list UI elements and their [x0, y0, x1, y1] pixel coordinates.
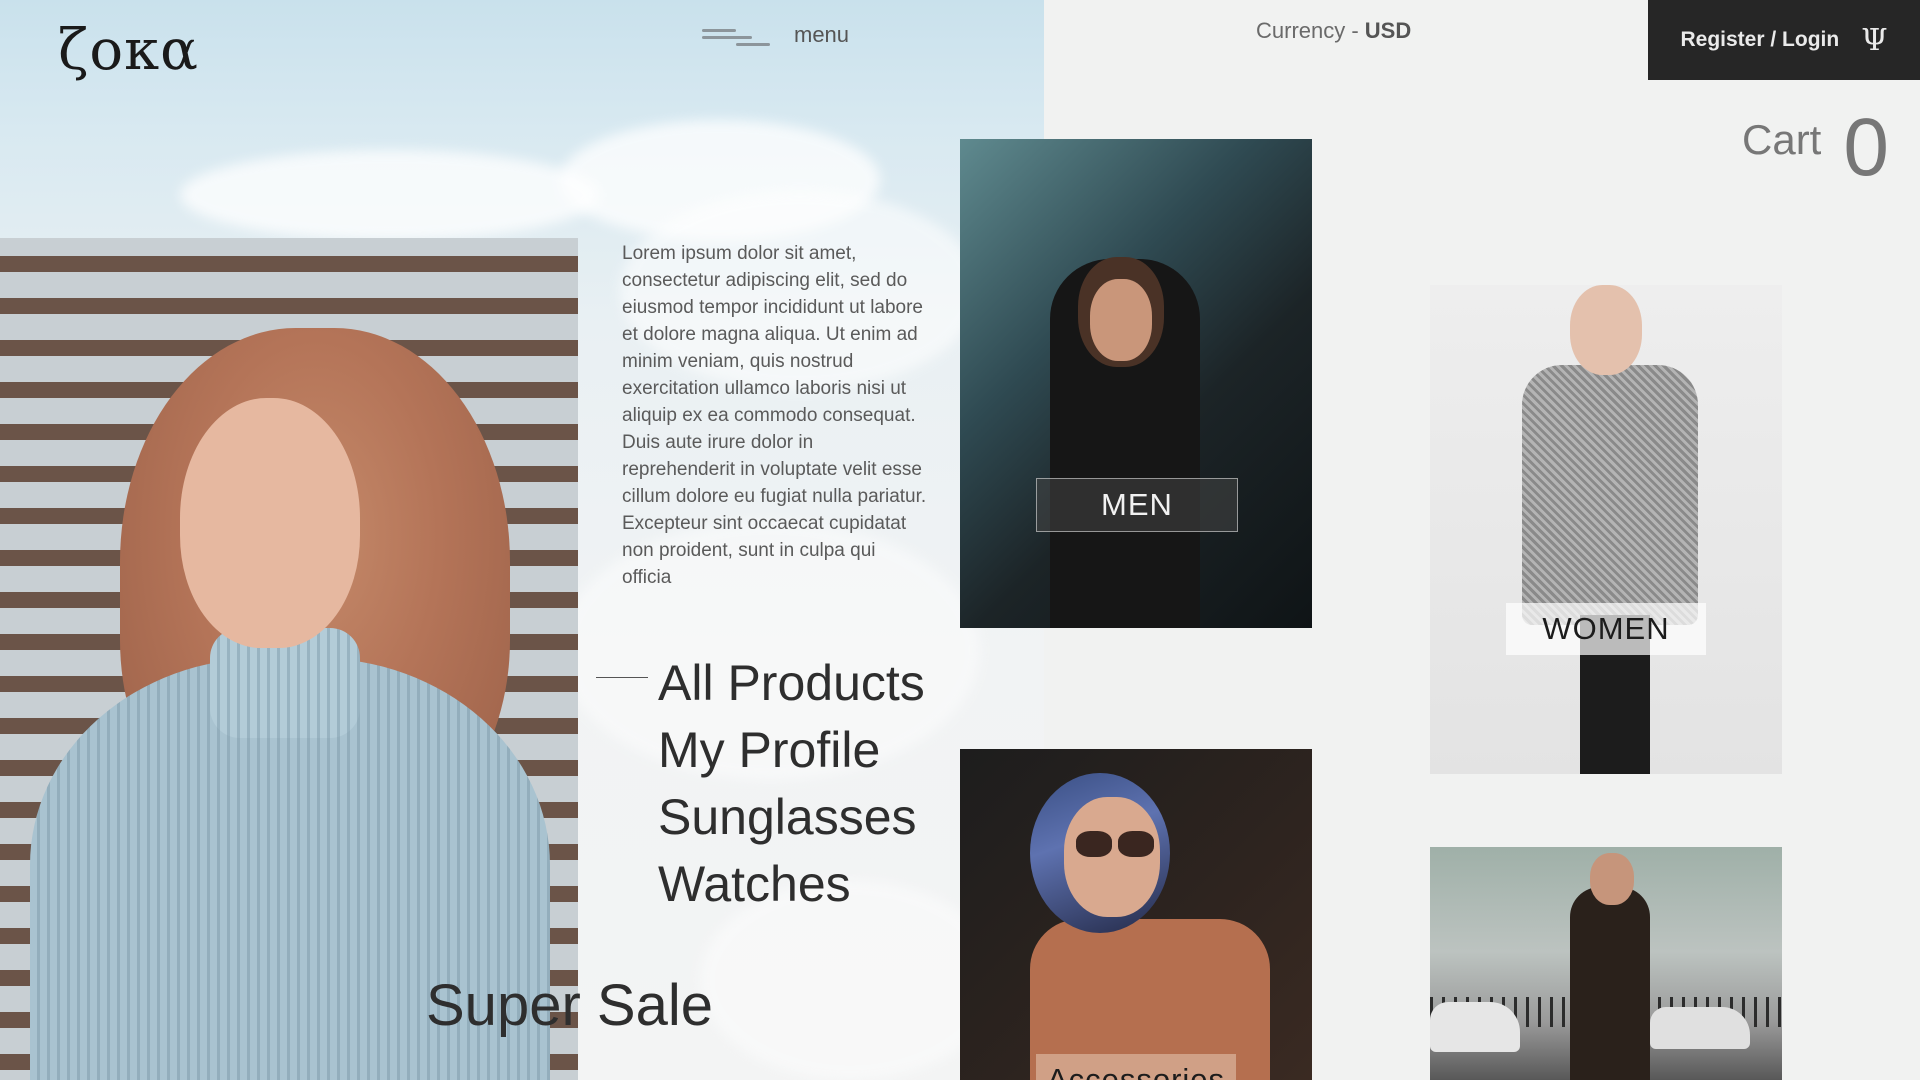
super-sale-label[interactable]: Super Sale	[426, 972, 713, 1039]
women-label: WOMEN	[1506, 603, 1706, 655]
currency-selector[interactable]: Currency - USD	[1256, 18, 1411, 44]
login-label: Register / Login	[1680, 28, 1840, 51]
nav-item-watches[interactable]: Watches	[658, 851, 925, 918]
accessories-label: Accessories	[1036, 1054, 1236, 1080]
category-card-men[interactable]: MEN	[960, 139, 1312, 628]
category-card-women[interactable]: WOMEN	[1430, 285, 1782, 774]
brand-logo[interactable]: ζoκα	[58, 18, 199, 83]
currency-label: Currency -	[1256, 18, 1365, 43]
category-card-streetwear[interactable]	[1430, 847, 1782, 1080]
cart-label: Cart	[1742, 116, 1822, 163]
cart-count: 0	[1843, 102, 1889, 193]
menu-label: menu	[794, 22, 850, 47]
cart[interactable]: Cart 0	[1742, 102, 1889, 193]
intro-paragraph: Lorem ipsum dolor sit amet, consectetur …	[622, 243, 927, 588]
nav-item-sunglasses[interactable]: Sunglasses	[658, 784, 925, 851]
category-nav: All Products My Profile Sunglasses Watch…	[658, 650, 925, 918]
menu-button[interactable]: menu	[702, 22, 849, 48]
hamburger-icon	[702, 24, 772, 46]
men-label: MEN	[1036, 478, 1238, 532]
currency-value: USD	[1364, 18, 1412, 43]
psi-icon: Ψ	[1861, 22, 1888, 58]
nav-item-all-products[interactable]: All Products	[658, 650, 925, 717]
category-card-accessories[interactable]: Accessories	[960, 749, 1312, 1080]
nav-divider	[596, 677, 648, 678]
register-login-button[interactable]: Register / Login Ψ	[1648, 0, 1920, 80]
hero-image	[0, 238, 578, 1080]
nav-item-my-profile[interactable]: My Profile	[658, 717, 925, 784]
